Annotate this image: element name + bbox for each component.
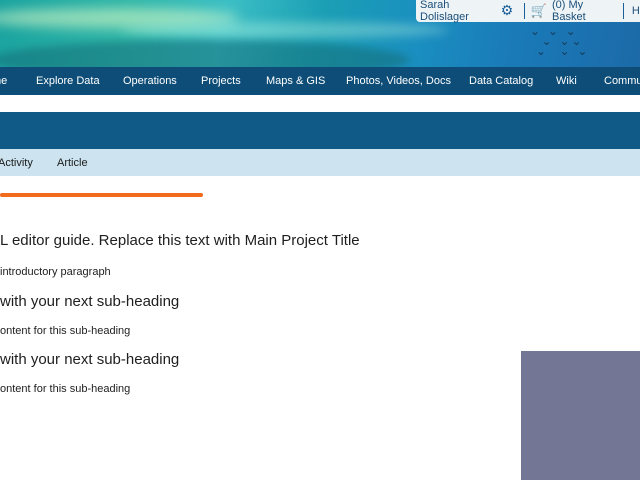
intro-paragraph: introductory paragraph — [0, 266, 111, 278]
nav-item-data-catalog[interactable]: Data Catalog — [469, 75, 533, 87]
gear-icon[interactable]: ⚙ — [501, 4, 514, 18]
nav-item-home[interactable]: me — [0, 75, 7, 87]
basket-link[interactable]: 🛒 (0) My Basket — [531, 0, 615, 23]
nav-item-wiki[interactable]: Wiki — [556, 75, 577, 87]
sidebar-panel — [521, 351, 640, 480]
page-title: L editor guide. Replace this text with M… — [0, 232, 360, 249]
nav-item-explore-data[interactable]: Explore Data — [36, 75, 100, 87]
user-name[interactable]: Sarah Dolislager — [420, 0, 497, 23]
divider — [523, 3, 525, 19]
user-menu[interactable]: Sarah Dolislager ⚙ — [416, 0, 514, 23]
active-tab-indicator — [0, 193, 203, 197]
divider — [622, 3, 624, 19]
sub-heading: with your next sub-heading — [0, 293, 180, 310]
spacer — [0, 95, 640, 112]
user-bar: Sarah Dolislager ⚙ 🛒 (0) My Basket He — [416, 0, 640, 23]
sub-heading: with your next sub-heading — [0, 351, 180, 368]
birds-illustration: ⌄ ⌄ ⌄ ⌄ ⌄⌄ ⌄ ⌄ ⌄ — [530, 24, 590, 58]
nav-item-maps-gis[interactable]: Maps & GIS — [266, 75, 325, 87]
cart-icon: 🛒 — [530, 3, 547, 19]
nav-item-community[interactable]: Commu — [604, 75, 640, 87]
help-link[interactable]: He — [632, 5, 640, 17]
main-nav: me Explore Data Operations Projects Maps… — [0, 67, 640, 95]
basket-label: (0) My Basket — [552, 0, 586, 23]
banner-landscape — [0, 40, 410, 67]
nav-item-photos-videos-docs[interactable]: Photos, Videos, Docs — [346, 75, 451, 87]
page-title-bar — [0, 112, 640, 149]
banner-cloud — [120, 22, 450, 38]
tab-activity[interactable]: Activity — [0, 157, 33, 169]
section-body: ontent for this sub-heading — [0, 383, 131, 395]
nav-item-operations[interactable]: Operations — [123, 75, 177, 87]
section-body: ontent for this sub-heading — [0, 325, 131, 337]
sub-nav: Activity Article — [0, 149, 640, 176]
tab-article[interactable]: Article — [57, 157, 88, 169]
nav-item-projects[interactable]: Projects — [201, 75, 241, 87]
